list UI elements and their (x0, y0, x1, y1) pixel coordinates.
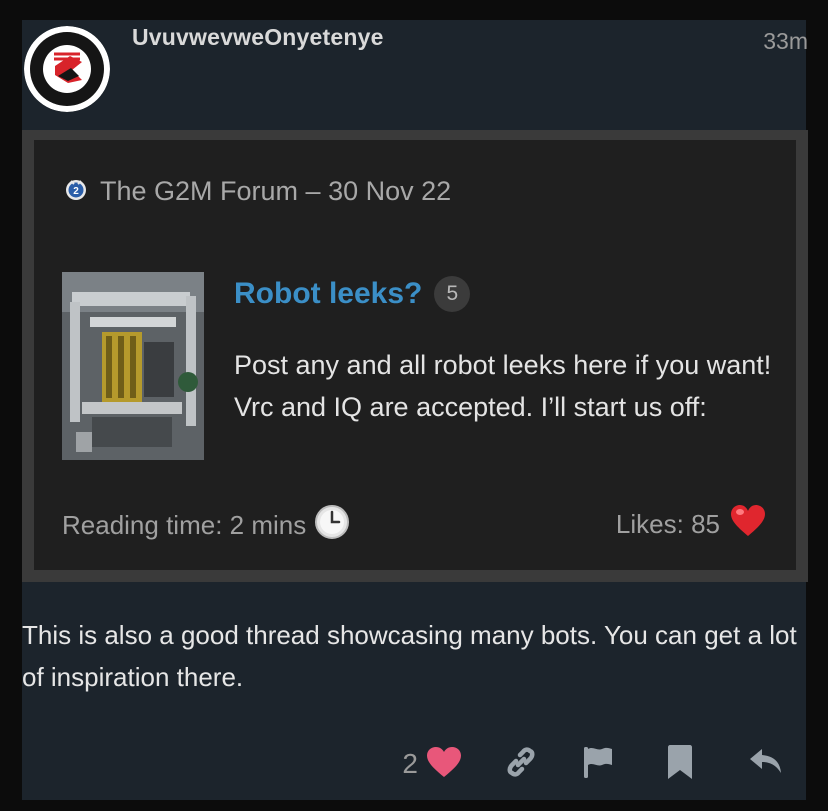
post-body: This is also a good thread showcasing ma… (22, 620, 797, 692)
heart-emoji-icon (730, 504, 766, 545)
flag-icon (582, 745, 614, 784)
post-actions: 2 (402, 742, 784, 786)
reading-time-label: Reading time: 2 mins (62, 510, 307, 540)
clock-icon (314, 504, 350, 547)
post: UvuvwevweOnyetenye 33m 2 The G2M Forum –… (22, 20, 808, 800)
onebox-source-text[interactable]: The G2M Forum – 30 Nov 22 (100, 176, 451, 207)
likes-label: Likes: 85 (615, 509, 720, 539)
bookmark-icon (666, 744, 694, 785)
reply-button[interactable] (748, 747, 784, 782)
topic-excerpt: Post any and all robot leeks here if you… (234, 350, 772, 422)
flag-button[interactable] (582, 745, 614, 784)
avatar[interactable] (24, 26, 110, 112)
onebox-source[interactable]: 2 The G2M Forum – 30 Nov 22 (64, 176, 451, 206)
reply-icon (748, 747, 784, 782)
like-button[interactable] (426, 746, 462, 783)
heart-icon (426, 746, 462, 783)
reply-count-badge: 5 (434, 276, 471, 312)
favicon-badge: 2 (73, 186, 79, 197)
topic-title-link[interactable]: Robot leeks? (234, 277, 422, 311)
topic-thumbnail[interactable] (62, 272, 204, 460)
forum-favicon-icon: 2 (64, 177, 88, 206)
topic-title-row: Robot leeks? 5 (234, 276, 471, 312)
like-count[interactable]: 2 (402, 748, 418, 780)
copy-link-button[interactable] (504, 745, 538, 784)
post-timestamp[interactable]: 33m (763, 28, 808, 55)
username[interactable]: UvuvwevweOnyetenye (132, 24, 384, 51)
topic-likes: Likes: 85 (616, 504, 766, 545)
bookmark-button[interactable] (666, 744, 694, 785)
link-icon (504, 745, 538, 784)
reading-time: Reading time: 2 mins (62, 504, 350, 547)
onebox-frame: 2 The G2M Forum – 30 Nov 22 Robot leeks?… (22, 130, 808, 582)
onebox-card[interactable]: 2 The G2M Forum – 30 Nov 22 Robot leeks?… (34, 140, 796, 570)
